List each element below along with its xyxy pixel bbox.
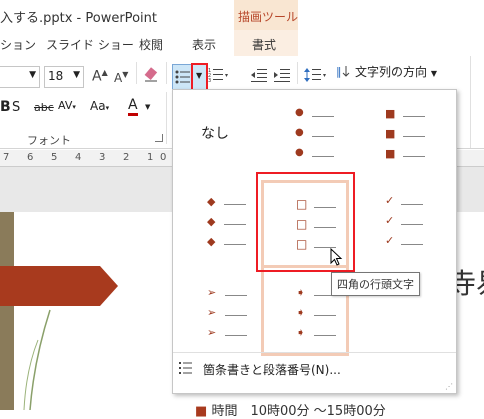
numbered-list-icon: 1 2 3 ▾ [208, 68, 228, 84]
bullet-style-filled-square[interactable]: ■ ■ ■ [361, 90, 451, 178]
mouse-cursor-icon [330, 248, 343, 266]
separator [470, 56, 471, 148]
slide-decor-grass [20, 300, 60, 411]
text-direction-icon[interactable]: ‖ [336, 63, 352, 79]
tab-view[interactable]: 表示 [192, 36, 216, 53]
slide-decor-trunk [0, 212, 14, 410]
svg-text:‖: ‖ [336, 65, 342, 78]
drawing-tools-label: 描画ツール [238, 10, 299, 24]
ruler-number: 6 [27, 152, 34, 163]
filled-square-bullet-icon: ■ [385, 107, 396, 120]
bullet-style-none[interactable]: なし [173, 90, 263, 178]
change-case-icon[interactable]: Aa▾ [90, 99, 109, 113]
numbering-button[interactable]: 1 2 3 ▾ [208, 67, 230, 84]
chevron-down-icon: ▼ [29, 70, 36, 80]
grow-font-icon[interactable]: A▲ [92, 68, 108, 85]
ruler-number: 0 [160, 152, 167, 163]
text-direction-label[interactable]: 文字列の方向 ▼ [355, 63, 437, 80]
separator [297, 62, 298, 84]
bullet-list-icon [179, 362, 192, 374]
filled-round-bullet-icon: ● [295, 107, 304, 118]
bold-icon[interactable]: B [0, 99, 11, 115]
checkmark-bullet-icon: ✓ [385, 194, 395, 207]
filled-square-bullet-icon: ■ [385, 127, 396, 140]
font-dialog-launcher-icon[interactable] [155, 134, 163, 142]
arrow-bullet-icon: ➢ [207, 326, 217, 339]
chevron-down-icon: ▼ [196, 71, 203, 80]
slide-arrow-shape[interactable] [0, 266, 120, 306]
diamond-bullet-icon: ◆ [207, 195, 216, 208]
filled-round-bullet-icon: ● [295, 147, 304, 158]
diamond-bullet-icon: ◆ [207, 215, 216, 228]
arrow-bullet-icon: ➢ [207, 306, 217, 319]
line-spacing-button[interactable]: ▾ [304, 66, 328, 84]
bullet-style-checkmark[interactable]: ✓ ✓ ✓ [361, 182, 451, 270]
tag-bullet-icon: ➧ [296, 306, 306, 319]
arrow-bullet-icon: ➢ [207, 286, 217, 299]
separator [166, 62, 167, 84]
svg-text:▾: ▾ [323, 72, 326, 79]
tab-animation[interactable]: ション [0, 36, 36, 53]
shrink-font-icon[interactable]: A▼ [114, 70, 128, 85]
chevron-down-icon: ▼ [73, 70, 80, 80]
tag-bullet-icon: ➧ [296, 326, 306, 339]
tab-format[interactable]: 書式 [234, 30, 298, 58]
filled-square-bullet-icon: ■ [385, 147, 396, 160]
clear-formatting-icon[interactable] [143, 67, 159, 83]
ruler-number: 7 [3, 152, 10, 163]
ruler-number: 5 [51, 152, 58, 163]
ruler-number: 3 [99, 152, 106, 163]
decrease-indent-icon[interactable] [250, 68, 268, 82]
character-spacing-icon[interactable]: AV▾ [58, 99, 76, 112]
separator [166, 92, 167, 144]
shadow-s-icon[interactable]: S [12, 100, 20, 115]
resize-grip-icon[interactable]: ⋰ [445, 382, 453, 391]
font-size-combo[interactable]: 18 ▼ [44, 66, 84, 88]
bullet-list-icon [175, 70, 190, 84]
separator [173, 352, 456, 353]
font-size-value: 18 [48, 69, 64, 83]
tab-review[interactable]: 校閲 [139, 36, 163, 53]
tab-format-label: 書式 [252, 38, 277, 52]
diamond-bullet-icon: ◆ [207, 235, 216, 248]
ruler-number: 2 [123, 152, 130, 163]
filled-round-bullet-icon: ● [295, 127, 304, 138]
bullet-style-filled-round[interactable]: ● ● ● [267, 90, 357, 178]
font-color-icon[interactable]: A [128, 97, 138, 116]
strikethrough-icon[interactable]: abc [34, 101, 54, 114]
ruler-number: 4 [75, 152, 82, 163]
checkmark-bullet-icon: ✓ [385, 214, 395, 227]
bullets-numbering-label: 箇条書きと段落番号(N)... [203, 363, 341, 377]
ruler-number: 1 [147, 152, 154, 163]
tooltip: 四角の行頭文字 [331, 272, 420, 296]
bullet-style-filled-diamond[interactable]: ◆ ◆ ◆ [173, 182, 263, 270]
bullets-numbering-menu-item[interactable]: 箇条書きと段落番号(N)... [173, 356, 456, 380]
tab-slideshow[interactable]: スライド ショー [46, 36, 134, 53]
bullet-none-label: なし [201, 126, 229, 142]
tag-bullet-icon: ➧ [296, 286, 306, 299]
bullet-style-arrow[interactable]: ➢ ➢ ➢ [173, 276, 263, 364]
window-title: 入する.pptx - PowerPoint [0, 11, 157, 26]
drawing-tools-header: 描画ツール [234, 0, 298, 30]
svg-text:3: 3 [208, 78, 211, 83]
chevron-down-icon[interactable]: ▼ [145, 103, 150, 111]
increase-indent-icon[interactable] [273, 68, 291, 82]
svg-text:▾: ▾ [225, 72, 228, 79]
separator [136, 62, 137, 84]
font-group-label: フォント [27, 134, 71, 147]
checkmark-bullet-icon: ✓ [385, 234, 395, 247]
font-name-combo[interactable]: ▼ [0, 66, 40, 88]
